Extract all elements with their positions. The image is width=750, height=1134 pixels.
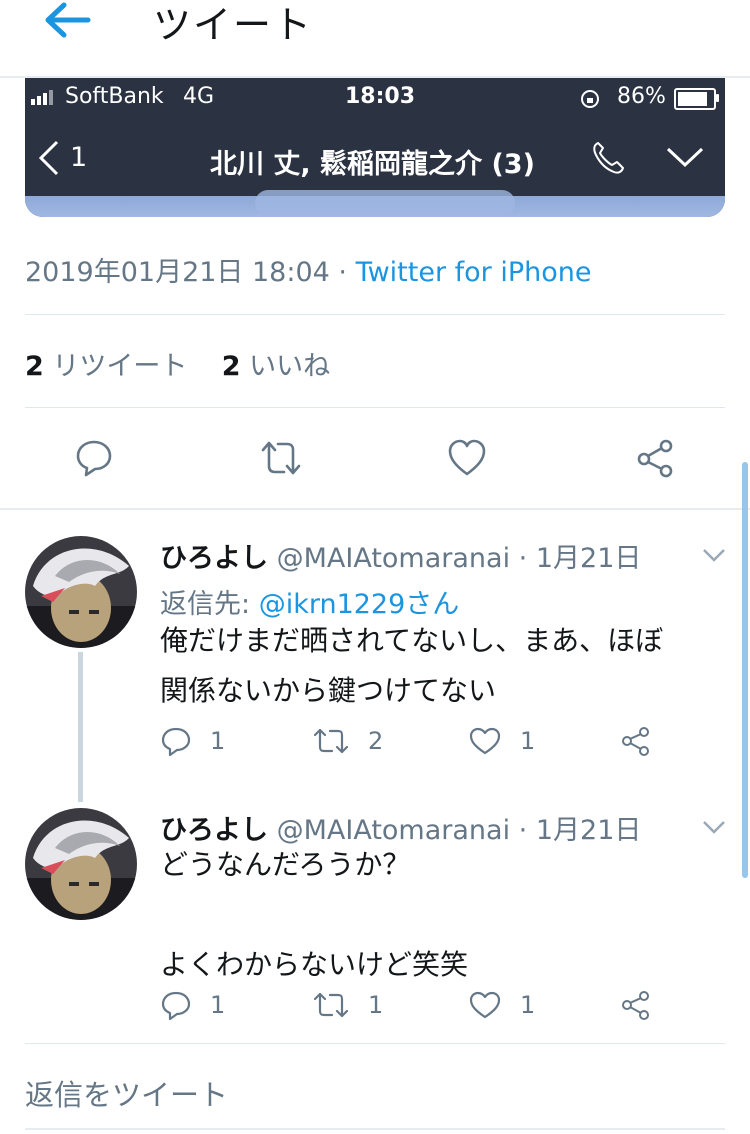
- reply-count: 1: [210, 991, 226, 1019]
- share-icon[interactable]: [634, 438, 676, 478]
- share-button[interactable]: [620, 726, 670, 756]
- like-icon[interactable]: [446, 438, 488, 478]
- reply-button[interactable]: 1: [160, 726, 225, 756]
- chat-title: 北川 丈, 鬆稲岡龍之介 (3): [210, 149, 535, 180]
- retweet-icon: [313, 992, 349, 1018]
- share-button[interactable]: [620, 990, 670, 1020]
- embedded-screenshot[interactable]: SoftBank 4G 18:03 86% 1 北川 丈, 鬆稲岡龍之介 (3): [25, 78, 725, 217]
- reply-actions: 1 2 1: [160, 726, 660, 758]
- like-button[interactable]: 1: [468, 726, 535, 756]
- avatar[interactable]: [25, 808, 137, 920]
- retweet-count: 1: [368, 991, 384, 1019]
- scrollbar[interactable]: [742, 462, 748, 878]
- network-label: 4G: [183, 84, 215, 109]
- avatar[interactable]: [25, 536, 137, 648]
- page-title: ツイート: [153, 3, 314, 47]
- reply-icon: [161, 727, 191, 756]
- reply-actions: 1 1 1: [160, 990, 660, 1022]
- chevron-down-icon[interactable]: [702, 820, 726, 834]
- thread-line: [78, 652, 83, 802]
- reply-text: 俺だけまだ晒されてないし、まあ、ほぼ 関係ないから鍵つけてない: [160, 624, 664, 707]
- tweet-timestamp: 2019年01月21日 18:04 · Twitter for iPhone: [25, 257, 592, 288]
- like-button[interactable]: 1: [468, 990, 535, 1020]
- chevron-down-icon: [666, 147, 704, 168]
- tweet-actions: [25, 438, 725, 478]
- chevron-left-icon: [38, 140, 59, 176]
- phone-status-bar: SoftBank 4G 18:03 86%: [25, 78, 725, 116]
- divider: [25, 407, 725, 408]
- timestamp-text: 2019年01月21日 18:04: [25, 257, 330, 288]
- carrier-label: SoftBank: [65, 84, 164, 109]
- section-separator: [0, 508, 750, 510]
- reply-date[interactable]: 1月21日: [536, 543, 642, 574]
- likes-label[interactable]: いいね: [249, 351, 330, 382]
- source-link[interactable]: Twitter for iPhone: [356, 257, 592, 288]
- reply-handle[interactable]: @MAIAtomaranai: [277, 543, 510, 574]
- retweet-count: 2: [368, 727, 384, 755]
- likes-count[interactable]: 2: [222, 351, 241, 382]
- reply-count: 1: [210, 727, 226, 755]
- signal-icon: [31, 89, 57, 105]
- phone-icon: [593, 142, 624, 174]
- reply-button[interactable]: 1: [160, 990, 225, 1020]
- reply-compose-input[interactable]: 返信をツイート: [25, 1072, 228, 1114]
- retweet-button[interactable]: 2: [312, 726, 383, 756]
- share-icon: [622, 991, 649, 1020]
- reply-icon: [161, 991, 191, 1020]
- top-bar: ツイート: [0, 0, 750, 78]
- tweet-stats: 2 リツイート 2 いいね: [25, 344, 330, 383]
- like-icon: [469, 727, 501, 755]
- back-arrow-icon[interactable]: [40, 0, 96, 46]
- retweet-icon: [313, 728, 349, 754]
- retweet-button[interactable]: 1: [312, 990, 383, 1020]
- chevron-down-icon[interactable]: [702, 548, 726, 562]
- divider: [25, 1043, 725, 1044]
- retweet-icon[interactable]: [258, 438, 304, 478]
- battery-icon: [674, 88, 716, 110]
- reply-author-name[interactable]: ひろよし: [160, 543, 268, 574]
- battery-percent: 86%: [617, 84, 666, 109]
- reply-text: どうなんだろうか？ よくわからないけど笑笑: [160, 848, 469, 981]
- status-time: 18:03: [345, 84, 416, 109]
- divider: [25, 314, 725, 315]
- like-count: 1: [520, 991, 536, 1019]
- chat-back-count: 1: [70, 142, 88, 173]
- retweets-count[interactable]: 2: [25, 351, 44, 382]
- share-icon: [622, 727, 649, 756]
- rotation-lock-icon: [581, 90, 599, 108]
- retweets-label[interactable]: リツイート: [52, 351, 187, 382]
- chat-header: 1 北川 丈, 鬆稲岡龍之介 (3): [25, 118, 725, 196]
- like-icon: [469, 991, 501, 1019]
- compose-underline: [25, 1128, 725, 1130]
- reply-icon[interactable]: [74, 438, 114, 478]
- embedded-screenshot-bottom: [25, 190, 725, 217]
- like-count: 1: [520, 727, 536, 755]
